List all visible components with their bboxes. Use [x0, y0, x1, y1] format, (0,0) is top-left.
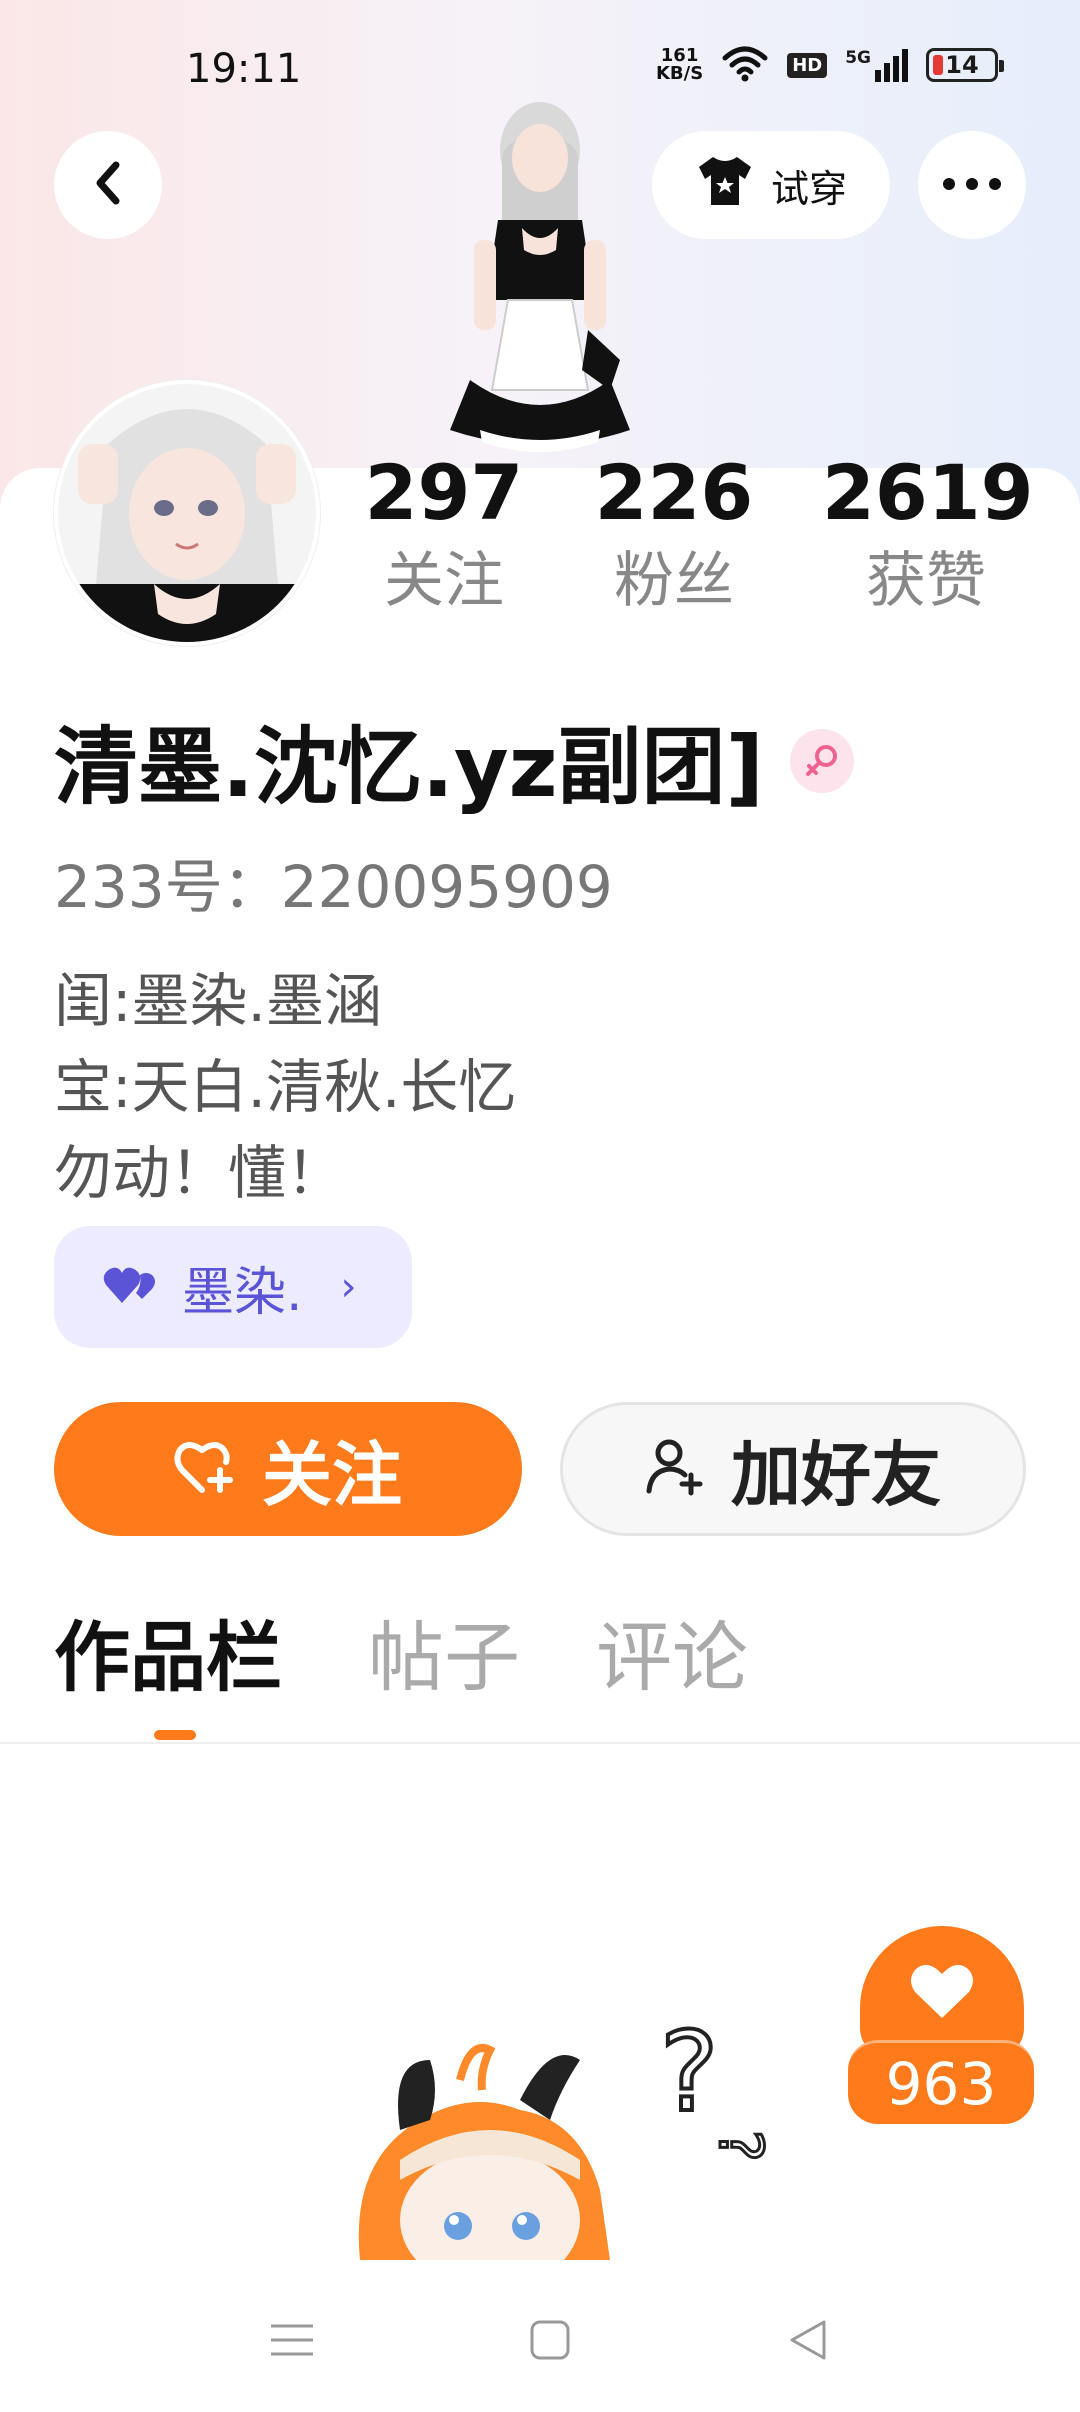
hd-icon: HD [787, 52, 828, 78]
bio-line: 闺:墨染.墨涵 [54, 967, 382, 1035]
tab-divider [0, 1742, 1080, 1744]
user-id: 233号：220095909 [54, 853, 613, 921]
more-button[interactable] [918, 131, 1026, 239]
character-figure-image[interactable] [410, 100, 670, 470]
network-speed-unit: KB/S [655, 63, 704, 84]
follow-label: 关注 [262, 1433, 402, 1516]
active-tab-indicator [154, 1730, 196, 1740]
signal-icon: 5G [845, 48, 908, 82]
female-gender-icon [789, 728, 854, 793]
tab-works[interactable]: 作品栏 [54, 1620, 282, 1696]
heart-plus-icon [174, 1438, 236, 1500]
more-dots-icon [942, 176, 1002, 195]
like-fab[interactable]: 963 [848, 1926, 1034, 2124]
stat-following-label: 关注 [384, 546, 504, 616]
battery-level: 14 [945, 51, 979, 79]
stat-fans-value: 226 [594, 448, 754, 537]
status-icons: 161 KB/S HD 5G 14 [656, 44, 1004, 86]
like-bubble [860, 1926, 1024, 2058]
signal-label: 5G [845, 48, 871, 68]
relationship-tag-chip[interactable]: 墨染. › [54, 1226, 412, 1348]
battery-icon: 14 [926, 48, 1004, 82]
try-on-label: 试穿 [770, 166, 847, 211]
add-friend-label: 加好友 [731, 1433, 941, 1516]
tab-comments[interactable]: 评论 [596, 1620, 748, 1696]
tab-posts[interactable]: 帖子 [368, 1620, 520, 1696]
user-plus-icon [645, 1437, 705, 1501]
bio-line: 勿动！懂！ [54, 1139, 345, 1207]
tag-label: 墨染. [182, 1262, 303, 1323]
tshirt-icon [695, 155, 755, 216]
back-triangle-icon[interactable] [778, 2316, 838, 2364]
network-speed: 161 KB/S [656, 47, 703, 83]
status-time: 19:11 [186, 46, 302, 92]
add-friend-button[interactable]: 加好友 [560, 1402, 1026, 1536]
back-button[interactable] [54, 131, 162, 239]
username: 清墨.沈忆.yz副团] [54, 718, 764, 816]
username-row: 清墨.沈忆.yz副团] [54, 700, 854, 821]
follow-button[interactable]: 关注 [54, 1402, 522, 1536]
menu-icon[interactable] [262, 2316, 322, 2364]
svg-text:?: ? [660, 2020, 718, 2136]
try-on-button[interactable]: 试穿 [652, 131, 890, 239]
chevron-right-icon: › [340, 1264, 357, 1310]
wifi-icon [721, 44, 769, 86]
svg-text:?: ? [705, 2130, 775, 2162]
stat-likes-label: 获赞 [866, 546, 986, 616]
stat-following[interactable]: 297 关注 [364, 448, 524, 616]
chevron-left-icon [88, 159, 128, 211]
home-square-icon[interactable] [520, 2316, 580, 2364]
avatar[interactable] [54, 380, 320, 646]
heart-icon [909, 1962, 975, 2024]
stat-fans[interactable]: 226 粉丝 [594, 448, 754, 616]
double-heart-icon [102, 1263, 158, 1311]
like-count: 963 [848, 2040, 1034, 2124]
stat-following-value: 297 [364, 448, 524, 537]
stat-fans-label: 粉丝 [614, 546, 734, 616]
bio-line: 宝:天白.清秋.长忆 [54, 1053, 517, 1121]
empty-state-mascot-image: ? ? [330, 2006, 790, 2290]
stat-likes-value: 2619 [822, 448, 1034, 537]
stat-likes[interactable]: 2619 获赞 [822, 448, 1034, 616]
